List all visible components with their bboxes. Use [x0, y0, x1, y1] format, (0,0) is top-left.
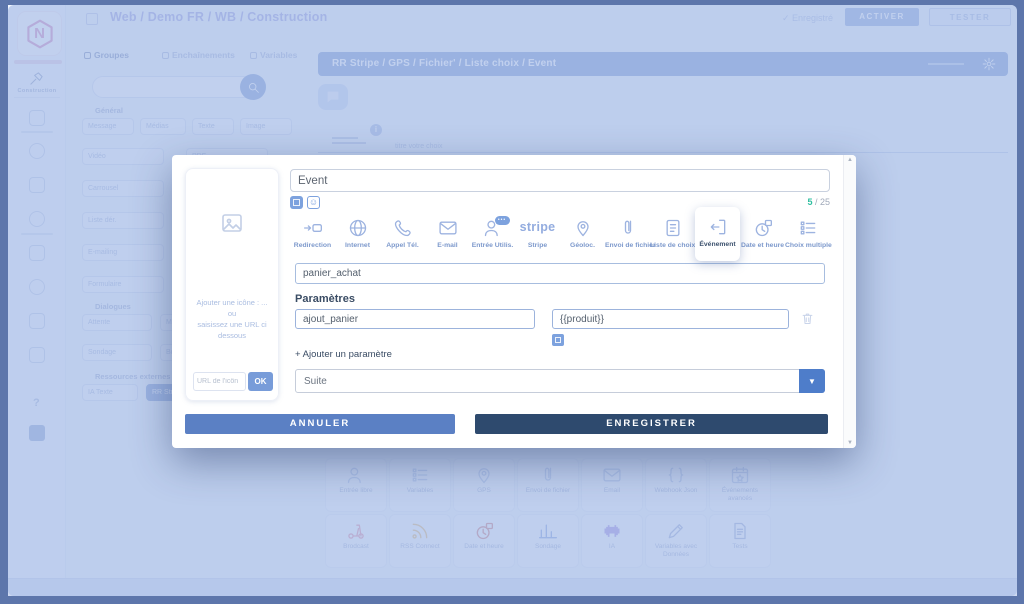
- clock-icon: [753, 218, 773, 238]
- variable-insert-icon[interactable]: [552, 334, 564, 346]
- scroll-up-arrow[interactable]: ▲: [844, 157, 856, 163]
- list-doc-icon: [663, 218, 683, 238]
- char-counter: 5 / 25: [730, 197, 830, 207]
- next-step-select[interactable]: Suite ▼: [295, 369, 825, 393]
- modal-scrollbar[interactable]: ▲ ▼: [843, 155, 856, 448]
- save-button[interactable]: ENREGISTRER: [475, 414, 828, 434]
- icon-hint: Ajouter une icône : ... ou saisissez une…: [189, 297, 275, 341]
- add-param-link[interactable]: + Ajouter un paramètre: [295, 349, 392, 360]
- envelope-icon: [438, 218, 458, 238]
- phone-icon: [393, 218, 413, 238]
- tab-stripe[interactable]: stripeStripe: [515, 211, 560, 249]
- select-value: Suite: [304, 370, 327, 394]
- tab-internet[interactable]: Internet: [335, 211, 380, 249]
- tab-redirection[interactable]: Redirection: [290, 211, 335, 249]
- param-key-input[interactable]: [295, 309, 535, 329]
- cancel-button[interactable]: ANNULER: [185, 414, 455, 434]
- event-exit-icon: [708, 217, 728, 237]
- param-value-input[interactable]: [552, 309, 789, 329]
- action-type-tabs: Redirection Internet Appel Tél. E-mail •…: [290, 211, 830, 261]
- event-title-input[interactable]: [290, 169, 830, 192]
- multi-list-icon: [798, 218, 818, 238]
- tab-date-heure[interactable]: Date et heure: [740, 211, 785, 249]
- params-label: Paramètres: [295, 293, 355, 305]
- globe-icon: [348, 218, 368, 238]
- chevron-down-icon: ▼: [799, 369, 825, 393]
- delete-param-icon[interactable]: [800, 311, 815, 326]
- tab-liste-choix[interactable]: Liste de choix: [650, 211, 695, 249]
- screen: N Construction ? Web / Demo FR / WB / Co…: [0, 0, 1024, 604]
- event-config-dialog: ▲ ▼ Ajouter une icône : ... ou saisissez…: [172, 155, 856, 448]
- dots-badge-icon: •••: [495, 216, 510, 225]
- variable-insert-icon[interactable]: [290, 196, 303, 209]
- icon-panel: Ajouter une icône : ... ou saisissez une…: [185, 168, 279, 401]
- tab-email[interactable]: E-mail: [425, 211, 470, 249]
- tab-envoi-fichier[interactable]: Envoi de fichier: [605, 211, 650, 249]
- tab-geoloc[interactable]: Géoloc.: [560, 211, 605, 249]
- redirect-icon: [303, 218, 323, 238]
- tab-choix-multiple[interactable]: Choix multiple: [785, 211, 830, 249]
- paperclip-icon: [618, 218, 638, 238]
- scroll-down-arrow[interactable]: ▼: [844, 440, 856, 446]
- stripe-logo: stripe: [515, 218, 560, 238]
- event-name-input[interactable]: [295, 263, 825, 284]
- image-placeholder-icon: [220, 211, 244, 235]
- icon-url-ok-button[interactable]: OK: [248, 372, 273, 391]
- icon-url-input[interactable]: [193, 372, 246, 391]
- tab-appel-tel[interactable]: Appel Tél.: [380, 211, 425, 249]
- tab-evenement-selected[interactable]: Événement: [695, 207, 740, 261]
- emoji-picker-icon[interactable]: ☺: [307, 196, 320, 209]
- map-pin-icon: [573, 218, 593, 238]
- tab-entree-utilis[interactable]: •••Entrée Utilis.: [470, 211, 515, 249]
